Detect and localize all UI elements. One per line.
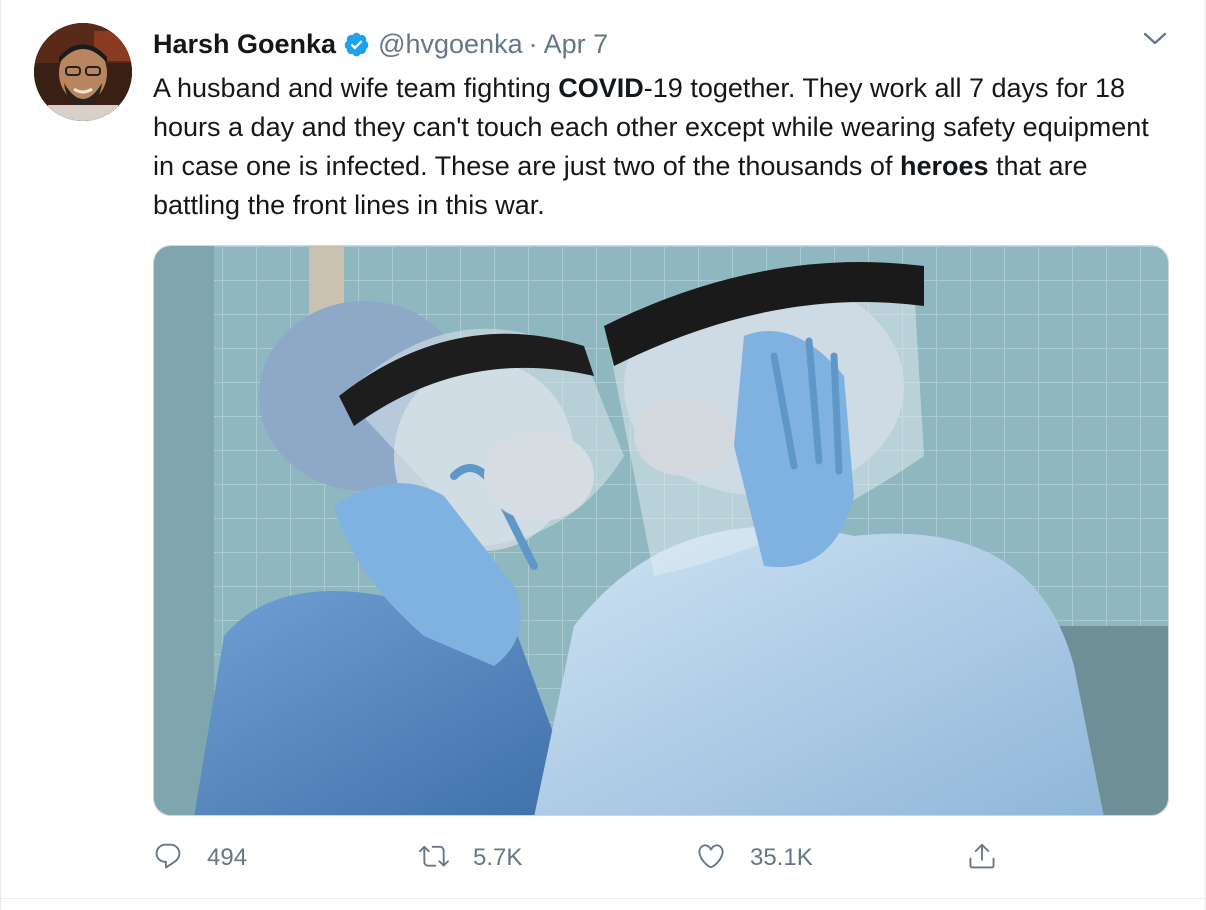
reply-button[interactable]: 494 [153, 838, 247, 878]
tweet-header: Harsh Goenka @hvgoenka · Apr 7 [153, 26, 608, 62]
tweet-date[interactable]: Apr 7 [544, 29, 609, 60]
photo-healthcare-workers [154, 246, 1168, 815]
retweet-count: 5.7K [473, 844, 523, 871]
heart-icon [696, 841, 726, 876]
share-button[interactable] [967, 838, 997, 878]
like-count: 35.1K [750, 844, 813, 871]
tweet-text-segment: A husband and wife team fighting [153, 73, 559, 103]
reply-count: 494 [207, 844, 248, 871]
verified-badge-icon [343, 31, 370, 58]
separator-dot: · [528, 28, 538, 59]
chevron-down-icon[interactable] [1141, 28, 1169, 50]
avatar[interactable] [34, 23, 132, 121]
divider [1, 898, 1205, 899]
tweet-text: A husband and wife team fighting COVID-1… [153, 69, 1153, 225]
highlight-heroes: heroes [899, 151, 989, 181]
reply-icon [153, 841, 183, 876]
retweet-icon [419, 841, 449, 876]
author-handle[interactable]: @hvgoenka [378, 29, 523, 60]
hashtag-covid: COVID [558, 73, 644, 103]
share-icon [967, 841, 997, 876]
tweet-actions: 494 5.7K 35.1K [153, 838, 1013, 878]
avatar-image [34, 23, 132, 121]
tweet-photo[interactable] [153, 245, 1169, 816]
retweet-button[interactable]: 5.7K [419, 838, 522, 878]
author-name[interactable]: Harsh Goenka [153, 29, 336, 60]
like-button[interactable]: 35.1K [696, 838, 813, 878]
tweet-card[interactable]: Harsh Goenka @hvgoenka · Apr 7 A husband… [0, 0, 1206, 910]
